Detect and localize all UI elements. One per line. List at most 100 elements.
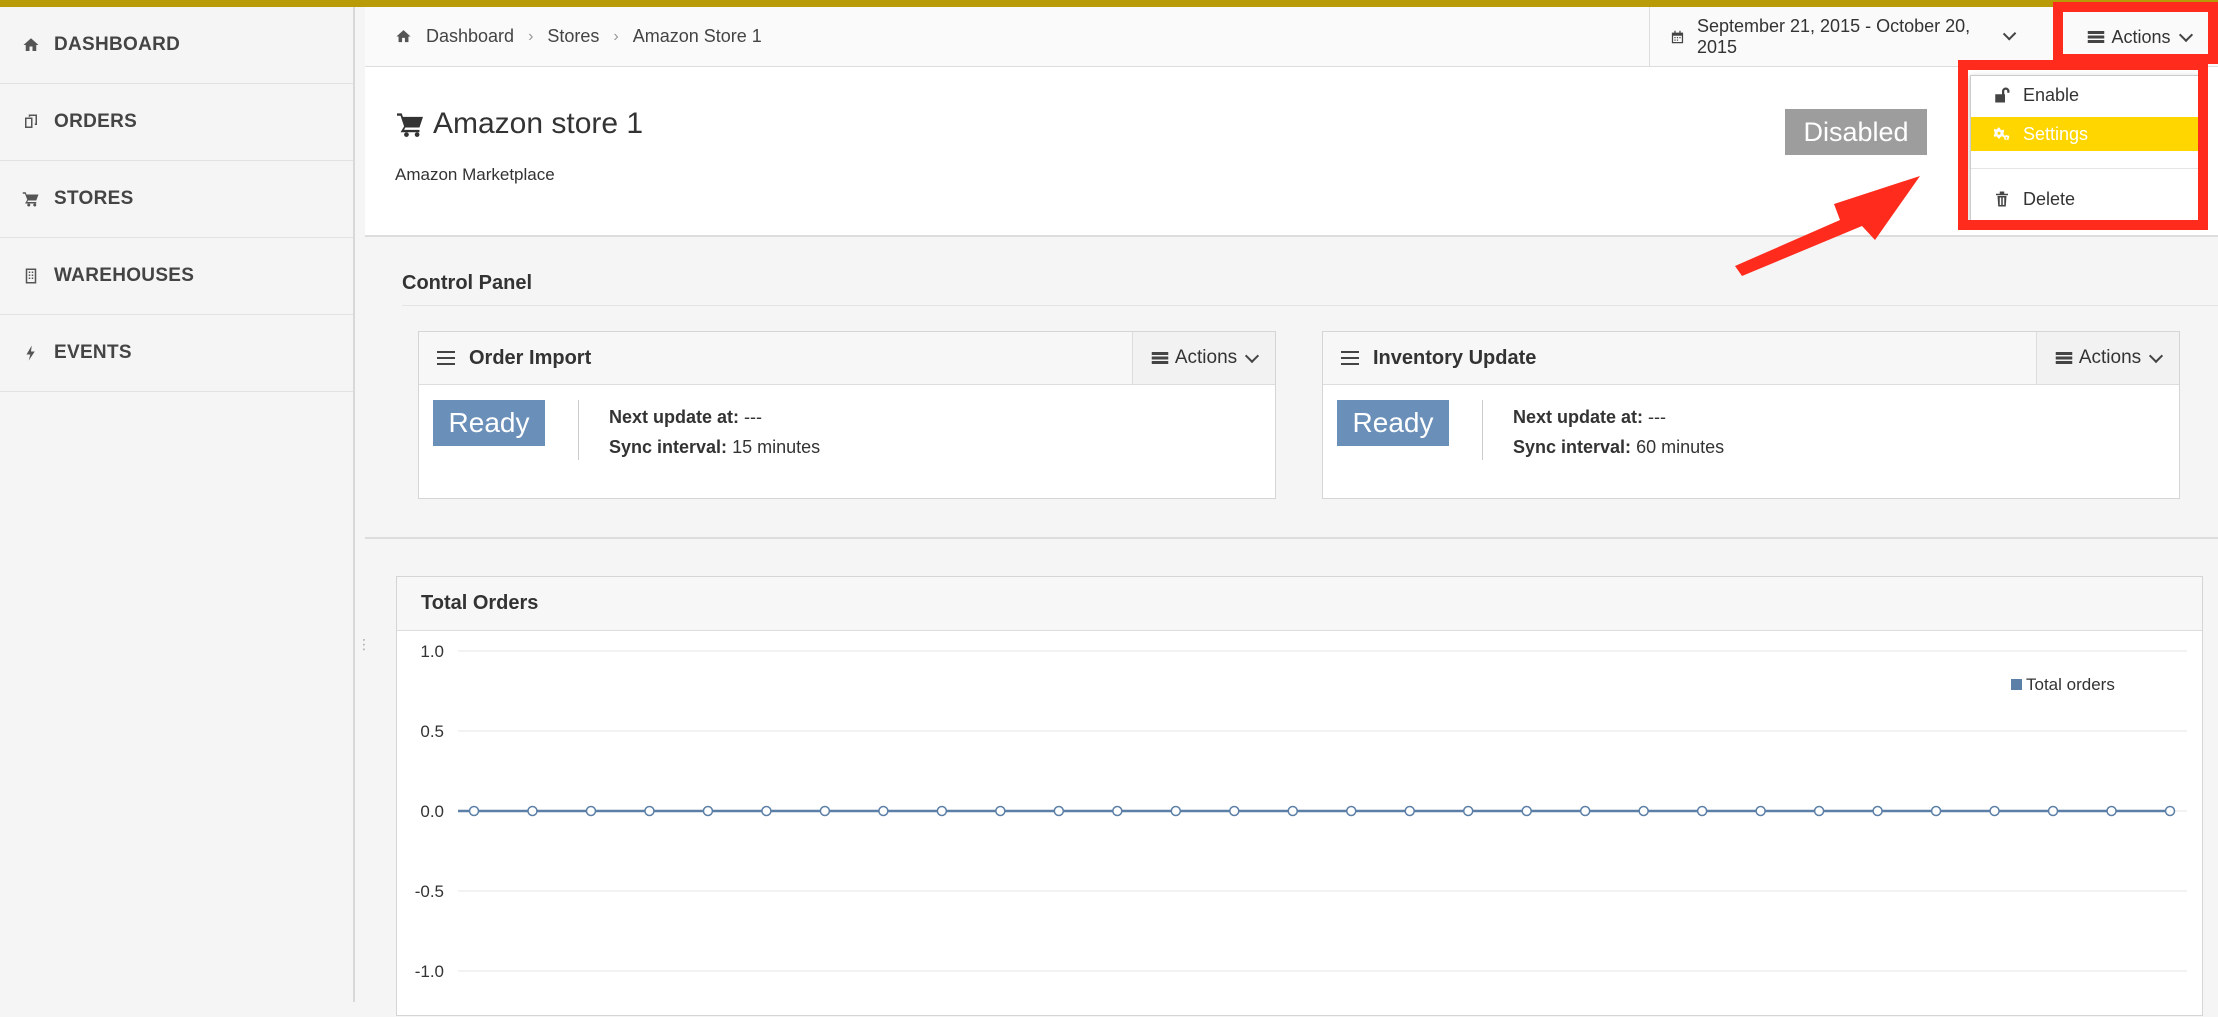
legend-swatch (2011, 679, 2022, 690)
order-import-actions-button[interactable]: Actions (1132, 332, 1275, 384)
sync-interval-value: 60 minutes (1636, 437, 1725, 457)
breadcrumb-link-stores[interactable]: Stores (547, 26, 599, 47)
breadcrumb-current: Amazon Store 1 (632, 26, 762, 46)
data-point (1872, 805, 1883, 817)
data-point (1696, 805, 1708, 817)
panel-header: Inventory Update Actions (1323, 332, 2179, 385)
data-point (702, 805, 714, 817)
breadcrumb: Dashboard › Stores › Amazon Store 1 (395, 7, 762, 66)
data-point (644, 805, 655, 817)
data-point (1053, 805, 1065, 817)
data-point (1462, 805, 1474, 817)
orders-icon (25, 114, 37, 128)
panel-title-text: Order Import (469, 346, 592, 369)
bolt-icon (26, 345, 35, 361)
sync-interval-label: Sync interval: (1513, 437, 1632, 457)
chart-title: Total Orders (397, 577, 2202, 631)
sync-interval-value: 15 minutes (732, 437, 821, 457)
building-icon (25, 268, 37, 284)
sync-interval-label: Sync interval: (609, 437, 728, 457)
data-point (2047, 805, 2059, 817)
sync-interval-row: Sync interval: 60 minutes (1513, 437, 1724, 458)
data-point (1287, 805, 1299, 817)
data-point (1345, 805, 1357, 817)
data-point (1579, 805, 1591, 817)
data-point (1930, 805, 1942, 817)
data-point (761, 805, 772, 817)
sidebar-item-events[interactable]: EVENTS (0, 315, 353, 392)
store-header: Amazon store 1 Amazon Marketplace Disabl… (365, 67, 2218, 237)
sidebar-item-stores[interactable]: STORES (0, 161, 353, 238)
sidebar-item-label: WAREHOUSES (54, 265, 195, 286)
breadcrumb-link-dashboard[interactable]: Dashboard (426, 26, 514, 47)
next-update-label: Next update at: (1513, 407, 1644, 427)
main-content: Dashboard › Stores › Amazon Store 1 Sept… (365, 7, 2218, 1016)
data-point (995, 805, 1006, 817)
calendar-icon (1671, 30, 1684, 43)
annotation-highlight-actions (2053, 2, 2218, 64)
cart-icon (22, 192, 39, 207)
chevron-right-icon: › (613, 27, 619, 45)
divider (1482, 400, 1483, 460)
control-panel-title: Control Panel (402, 272, 533, 294)
date-range-picker[interactable]: September 21, 2015 - October 20, 2015 (1649, 7, 2017, 66)
status-badge: Ready (433, 400, 545, 446)
sidebar-item-label: DASHBOARD (54, 34, 181, 55)
actions-icon (1151, 352, 1169, 364)
next-update-row: Next update at: --- (609, 407, 762, 428)
y-tick-label: 0.5 (420, 722, 444, 741)
sidebar-item-label: ORDERS (54, 111, 138, 132)
data-point (468, 805, 480, 817)
next-update-value: --- (1648, 407, 1667, 427)
page-title: Amazon store 1 (395, 107, 643, 141)
sidebar-item-label: EVENTS (54, 342, 132, 363)
home-icon (23, 38, 39, 51)
actions-icon (2055, 352, 2073, 364)
data-point (1638, 805, 1649, 817)
data-point (878, 805, 889, 817)
status-badge: Disabled (1785, 109, 1927, 155)
data-point (585, 805, 597, 817)
data-point (1229, 805, 1240, 817)
data-point (1404, 805, 1415, 817)
panel-header: Order Import Actions (419, 332, 1275, 385)
panel-title: Inventory Update (1341, 332, 1536, 384)
data-point (1755, 805, 1766, 817)
data-point (2164, 805, 2176, 817)
sync-interval-row: Sync interval: 15 minutes (609, 437, 820, 458)
data-point (527, 805, 538, 817)
annotation-arrow-icon (1735, 176, 1920, 276)
store-title-text: Amazon store 1 (433, 107, 644, 140)
y-tick-label: -0.5 (415, 882, 444, 901)
next-update-value: --- (744, 407, 763, 427)
sidebar-item-label: STORES (54, 188, 134, 209)
legend-label: Total orders (2026, 675, 2115, 694)
sidebar-item-orders[interactable]: ORDERS (0, 84, 353, 161)
next-update-row: Next update at: --- (1513, 407, 1666, 428)
status-badge: Ready (1337, 400, 1449, 446)
data-point (1170, 805, 1182, 817)
sidebar-item-warehouses[interactable]: WAREHOUSES (0, 238, 353, 315)
chevron-down-icon (2002, 27, 2017, 41)
sidebar-resize-handle[interactable]: ⋮ (357, 637, 371, 664)
total-orders-chart: 1.0 0.5 0.0 -0.5 -1.0 Total orders (415, 642, 2187, 981)
divider (365, 537, 2218, 539)
inventory-update-actions-button[interactable]: Actions (2036, 332, 2179, 384)
y-tick-label: 0.0 (420, 802, 444, 821)
data-point (819, 805, 831, 817)
store-subtitle: Amazon Marketplace (395, 165, 555, 184)
data-point (1521, 805, 1532, 817)
inventory-update-panel: Inventory Update Actions Ready Next upda… (1322, 331, 2180, 499)
data-point (1813, 805, 1825, 817)
sidebar-item-dashboard[interactable]: DASHBOARD (0, 7, 353, 84)
home-icon (396, 30, 411, 43)
y-tick-label: -1.0 (415, 962, 444, 981)
chevron-right-icon: › (528, 27, 534, 45)
chevron-down-icon (2149, 348, 2164, 363)
sidebar: DASHBOARD ORDERS STORES WAREHOUSES EVENT… (0, 7, 355, 1002)
panel-title: Order Import (437, 332, 591, 384)
date-range-label: September 21, 2015 - October 20, 2015 (1696, 15, 1971, 57)
actions-label: Actions (2078, 347, 2142, 368)
cart-icon (397, 113, 423, 137)
data-point (936, 805, 948, 817)
